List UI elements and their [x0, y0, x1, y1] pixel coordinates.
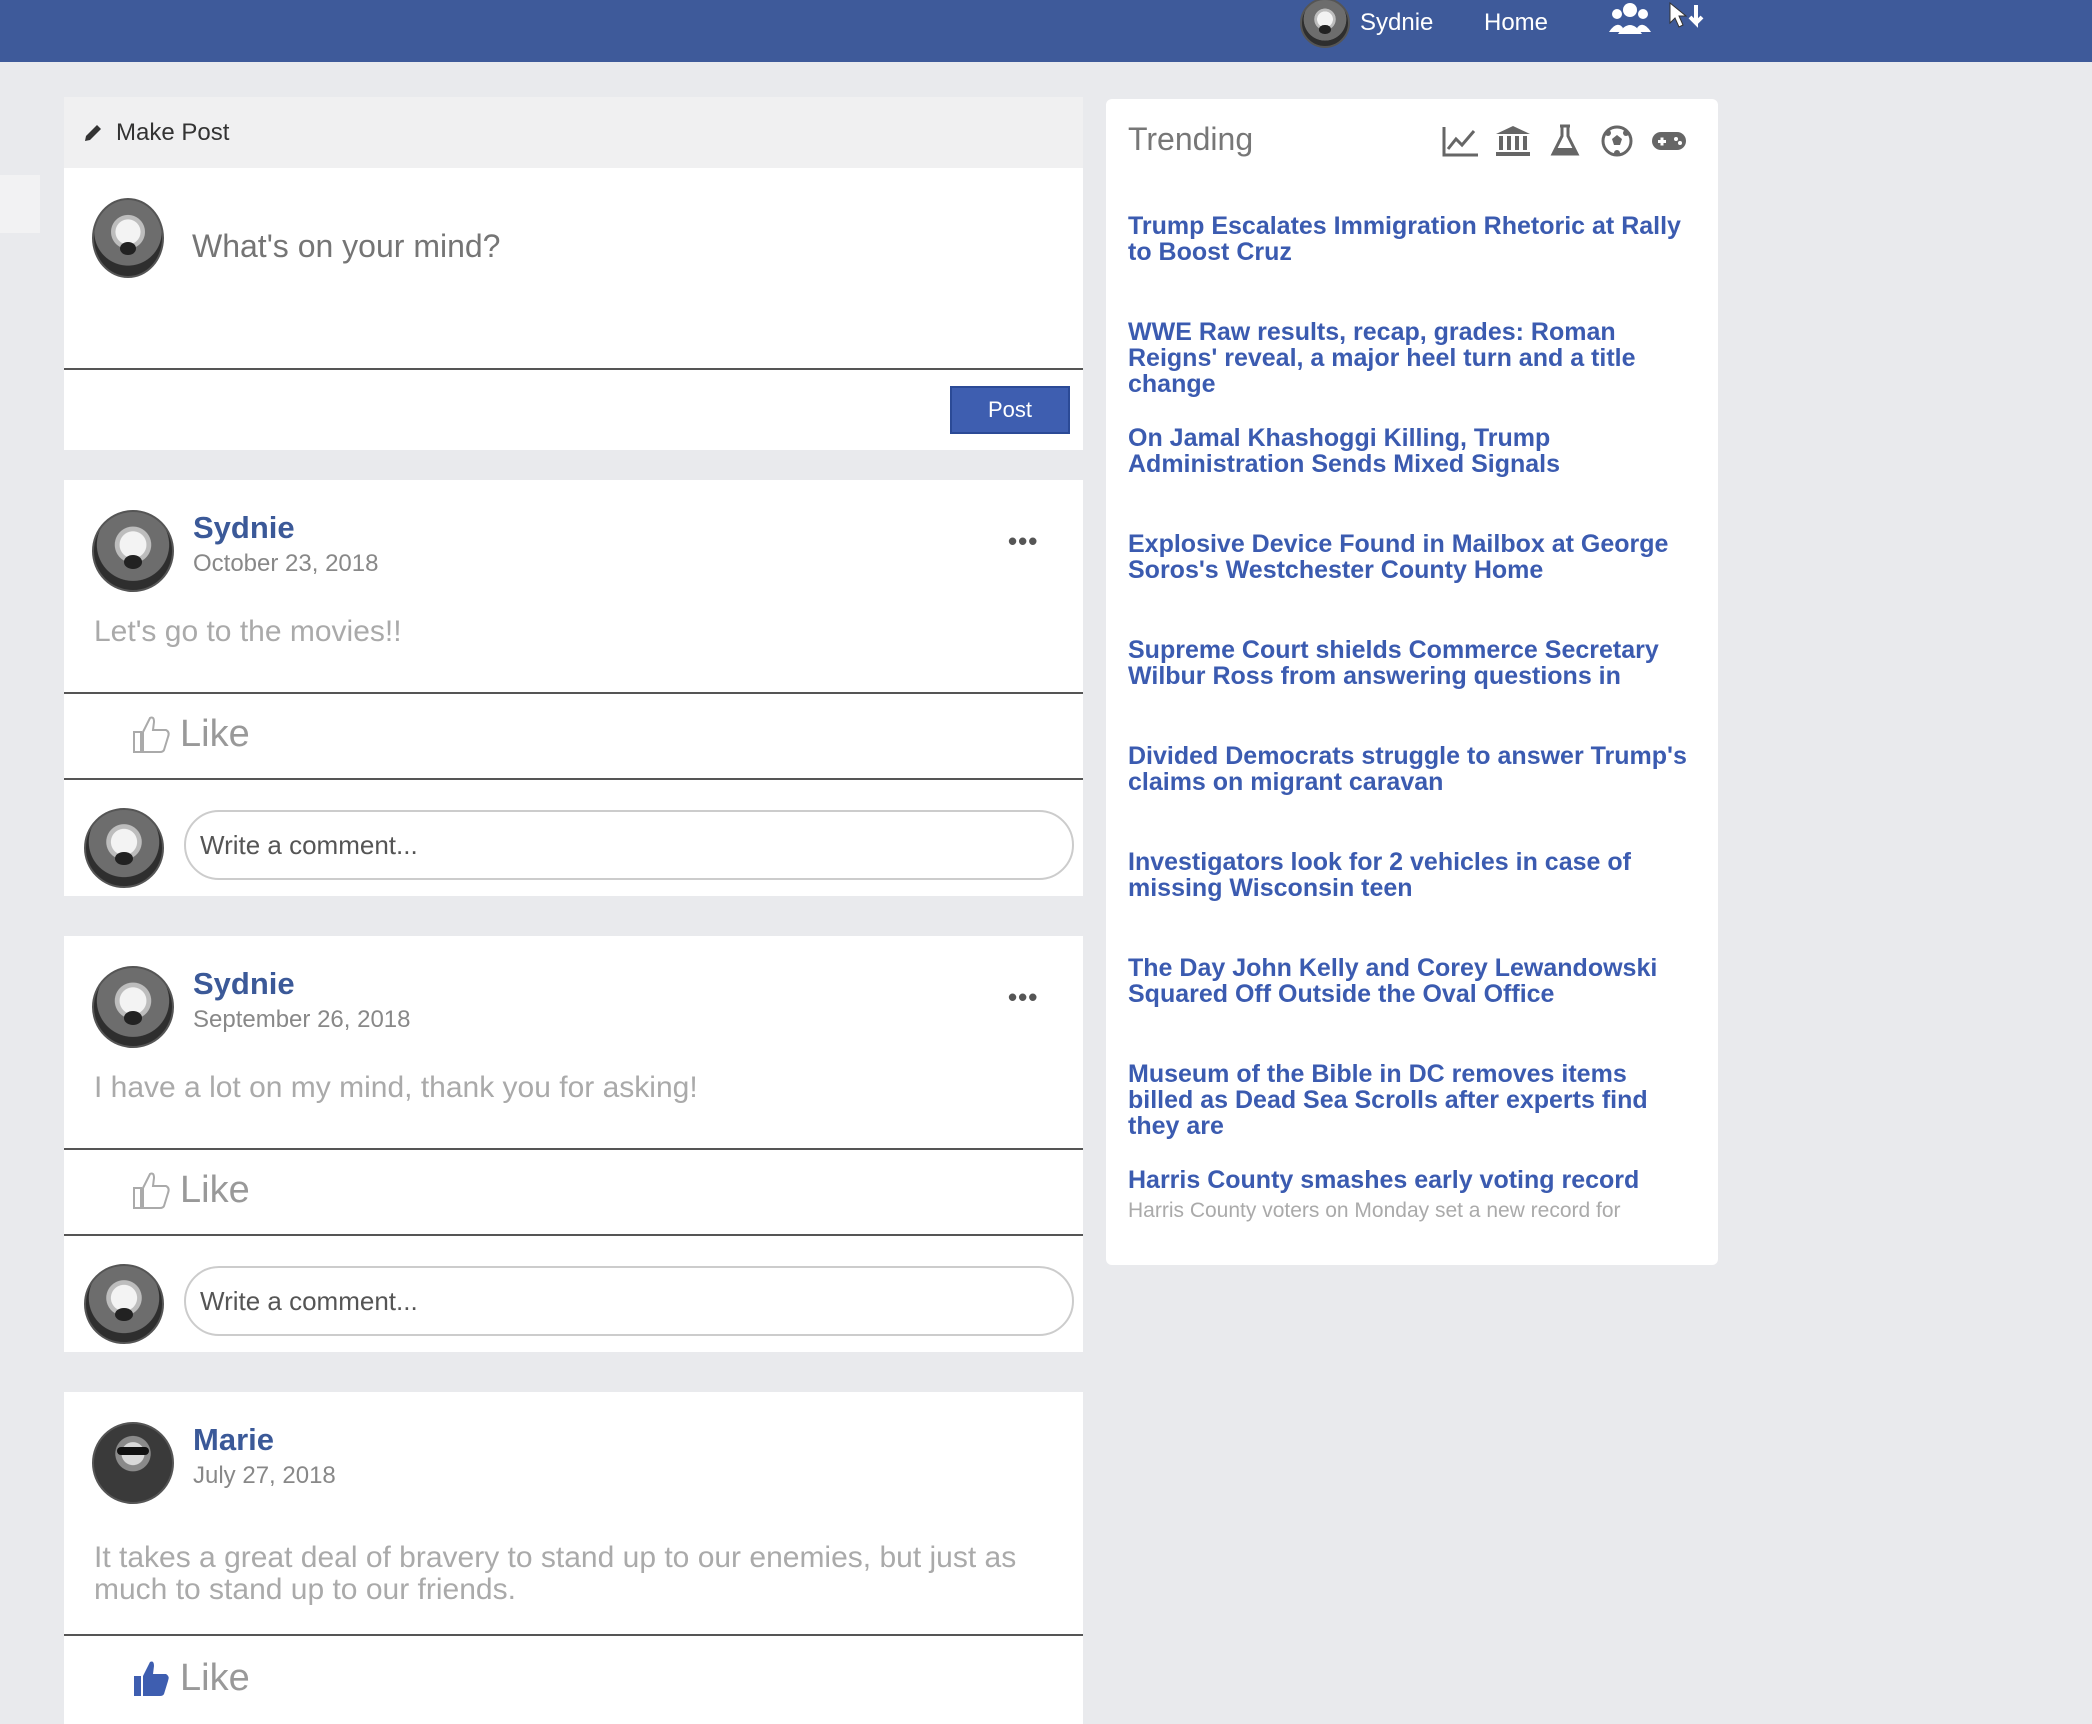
post-date: July 27, 2018	[193, 1462, 336, 1489]
like-button[interactable]: Like	[130, 712, 250, 756]
trending-title: Trending	[1128, 121, 1254, 157]
gamepad-icon[interactable]	[1650, 123, 1688, 159]
post-date: October 23, 2018	[193, 550, 379, 577]
comment-input[interactable]: Write a comment...	[184, 810, 1074, 880]
author-avatar[interactable]	[92, 966, 174, 1048]
commenter-avatar	[84, 1264, 164, 1344]
post-options-icon[interactable]: •••	[1008, 982, 1038, 1013]
divider	[64, 1148, 1083, 1150]
cursor-icon[interactable]	[1666, 1, 1708, 40]
make-post-header: Make Post	[64, 97, 1083, 168]
thumbs-up-icon	[133, 716, 170, 753]
post-options-icon[interactable]: •••	[1008, 526, 1038, 557]
post-button[interactable]: Post	[950, 386, 1070, 434]
post-text: Let's go to the movies!!	[94, 615, 402, 648]
nav-profile-link[interactable]: Sydnie	[1300, 0, 1434, 48]
flask-icon[interactable]	[1546, 123, 1584, 159]
comment-input[interactable]: Write a comment...	[184, 1266, 1074, 1336]
post-composer-input[interactable]	[192, 216, 1042, 276]
trending-panel: Trending Trump Escalates Immigration Rhe…	[1106, 99, 1718, 1265]
make-post-title: Make Post	[116, 118, 230, 146]
thumbs-up-icon	[133, 1172, 170, 1209]
trending-headline[interactable]: The Day John Kelly and Corey Lewandowski…	[1128, 955, 1698, 1007]
trending-headline[interactable]: Museum of the Bible in DC removes items …	[1128, 1061, 1698, 1139]
post-author[interactable]: Sydnie	[193, 510, 295, 546]
nav-avatar	[1300, 0, 1350, 48]
trending-snippet: Harris County voters on Monday set a new…	[1128, 1199, 1621, 1222]
divider	[64, 692, 1083, 694]
trending-headline[interactable]: Divided Democrats struggle to answer Tru…	[1128, 743, 1698, 795]
post-date: September 26, 2018	[193, 1006, 411, 1033]
thumbs-up-icon	[134, 1661, 169, 1696]
divider	[64, 778, 1083, 780]
divider	[64, 1234, 1083, 1236]
friends-icon[interactable]	[1608, 0, 1652, 43]
post-card: Sydnie September 26, 2018 ••• I have a l…	[64, 936, 1083, 1352]
post-text: I have a lot on my mind, thank you for a…	[94, 1071, 698, 1104]
nav-user-name: Sydnie	[1360, 9, 1434, 36]
author-avatar[interactable]	[92, 1422, 174, 1504]
trending-headline[interactable]: On Jamal Khashoggi Killing, Trump Admini…	[1128, 425, 1698, 477]
composer-avatar	[92, 198, 164, 278]
post-card: Sydnie October 23, 2018 ••• Let's go to …	[64, 480, 1083, 896]
nav-home-link[interactable]: Home	[1484, 0, 1548, 46]
bank-icon[interactable]	[1494, 123, 1532, 159]
like-button[interactable]: Like	[130, 1656, 250, 1700]
trending-headline[interactable]: Trump Escalates Immigration Rhetoric at …	[1128, 213, 1698, 265]
post-author[interactable]: Marie	[193, 1422, 274, 1458]
trending-headline[interactable]: Harris County smashes early voting recor…	[1128, 1167, 1698, 1193]
chart-icon[interactable]	[1442, 123, 1480, 159]
trending-headline[interactable]: Supreme Court shields Commerce Secretary…	[1128, 637, 1698, 689]
commenter-avatar	[84, 808, 164, 888]
make-post-body: Post	[64, 168, 1083, 450]
like-label: Like	[180, 1168, 250, 1211]
author-avatar[interactable]	[92, 510, 174, 592]
top-navbar: Sydnie Home	[0, 0, 2092, 62]
soccer-ball-icon[interactable]	[1598, 123, 1636, 159]
post-text: It takes a great deal of bravery to stan…	[94, 1541, 1017, 1606]
left-side-tab[interactable]	[0, 175, 40, 233]
trending-headline[interactable]: Investigators look for 2 vehicles in cas…	[1128, 849, 1698, 901]
trending-category-icons	[1442, 123, 1688, 159]
post-author[interactable]: Sydnie	[193, 966, 295, 1002]
divider	[64, 1634, 1083, 1636]
trending-headline[interactable]: Explosive Device Found in Mailbox at Geo…	[1128, 531, 1698, 583]
composer-divider	[64, 368, 1083, 370]
like-button[interactable]: Like	[130, 1168, 250, 1212]
pencil-icon	[85, 124, 101, 141]
trending-headline[interactable]: WWE Raw results, recap, grades: Roman Re…	[1128, 319, 1698, 397]
post-card: Marie July 27, 2018 It takes a great dea…	[64, 1392, 1083, 1724]
like-label: Like	[180, 1656, 250, 1699]
like-label: Like	[180, 712, 250, 755]
nav-icons	[1608, 0, 1708, 40]
